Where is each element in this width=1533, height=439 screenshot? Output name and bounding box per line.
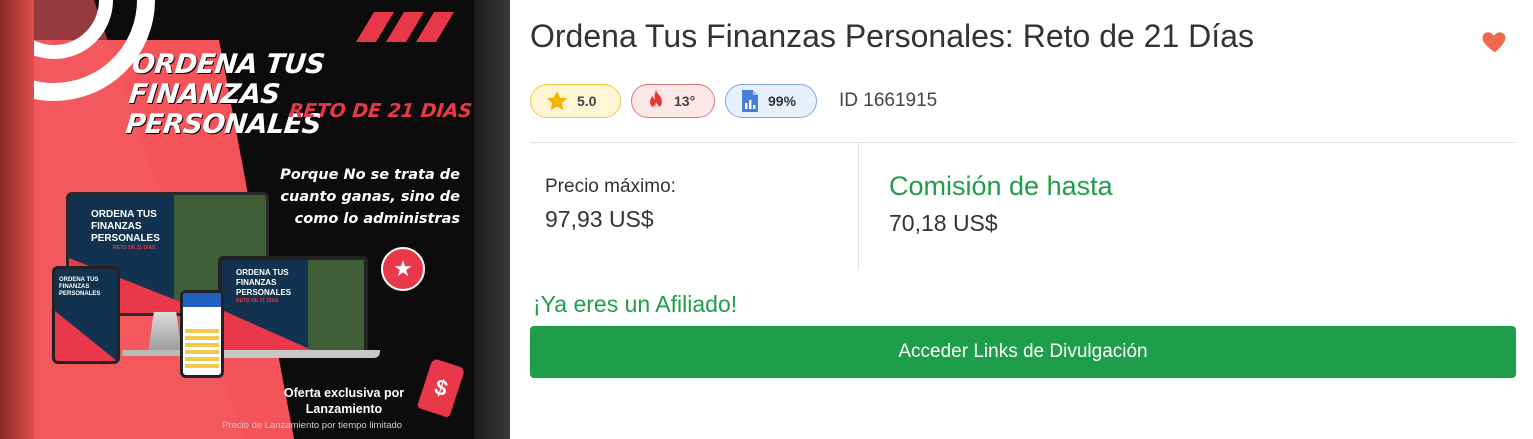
- laptop-base: [202, 350, 380, 358]
- brand-logo-icon: ★: [381, 247, 425, 291]
- cover-subheadline: RETO DE 21 DIAS: [287, 100, 474, 122]
- monitor-text: ORDENA TUS FINANZAS PERSONALES: [91, 209, 160, 244]
- rating-value: 5.0: [577, 93, 597, 109]
- rating-badge: 5.0: [530, 84, 621, 118]
- cover-fineprint: Precio de Lanzamiento por tiempo limitad…: [222, 420, 403, 431]
- cover-offer-text: Oferta exclusiva por Lanzamiento: [283, 386, 405, 416]
- star-icon: [546, 91, 568, 111]
- product-image: ORDENA TUS FINANZAS PERSONALES RETO DE 2…: [0, 0, 510, 439]
- phone-mockup: [180, 290, 224, 378]
- image-blur-edge-left: [0, 0, 34, 439]
- monitor-subtext: RETO DE 21 DIAS: [113, 245, 156, 251]
- cover-tagline: Porque No se trata de cuanto ganas, sino…: [280, 167, 460, 227]
- flame-icon: [650, 90, 662, 111]
- product-title: Ordena Tus Finanzas Personales: Reto de …: [530, 18, 1254, 54]
- score-value: 99%: [768, 93, 797, 109]
- laptop-text: ORDENA TUS FINANZAS PERSONALES: [236, 268, 292, 297]
- heart-icon: [1482, 32, 1506, 53]
- image-blur-edge-right: [474, 0, 510, 439]
- max-price-label: Precio máximo:: [545, 176, 676, 197]
- product-badges: 5.0 13° 99% ID 1661915: [530, 82, 937, 120]
- product-id: ID 1661915: [839, 90, 938, 111]
- laptop-mockup: ORDENA TUS FINANZAS PERSONALES RETO DE 2…: [218, 256, 368, 354]
- affiliate-status: ¡Ya eres un Afiliado!: [533, 291, 738, 317]
- temperature-badge: 13°: [631, 84, 715, 118]
- document-chart-icon: [742, 90, 758, 112]
- temperature-value: 13°: [674, 93, 696, 109]
- divider-vertical: [858, 143, 859, 270]
- access-links-button[interactable]: Acceder Links de Divulgación: [530, 326, 1516, 378]
- laptop-subtext: RETO DE 21 DIAS: [236, 298, 279, 304]
- max-price-value: 97,93 US$: [545, 206, 654, 232]
- divider: [530, 142, 1516, 143]
- tablet-mockup: ORDENA TUS FINANZAS PERSONALES: [52, 266, 120, 364]
- tablet-text: ORDENA TUS FINANZAS PERSONALES: [59, 277, 101, 297]
- score-badge: 99%: [725, 84, 817, 118]
- favorite-button[interactable]: [1480, 26, 1510, 56]
- cover-headline: ORDENA TUS FINANZAS PERSONALES: [124, 49, 327, 140]
- product-cover: ORDENA TUS FINANZAS PERSONALES RETO DE 2…: [34, 0, 474, 439]
- commission-label: Comisión de hasta: [889, 171, 1113, 201]
- commission-value: 70,18 US$: [889, 210, 998, 236]
